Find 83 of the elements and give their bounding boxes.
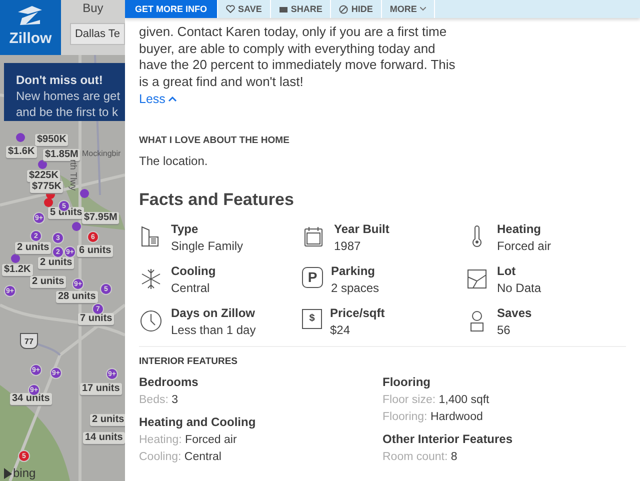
parking-icon: P — [302, 266, 323, 288]
street-label: rth Tlwy — [68, 159, 79, 191]
price-label[interactable]: 17 units — [80, 383, 122, 395]
fact-label: Type — [171, 222, 200, 236]
price-label[interactable]: $775K — [30, 181, 64, 193]
price-label[interactable]: $1.85M — [43, 149, 80, 161]
feature-detail: Flooring: Hardwood — [382, 410, 484, 423]
fact-value: 1987 — [334, 238, 362, 253]
caret-icon — [420, 7, 426, 11]
highway-shield: 77 — [20, 333, 38, 349]
share-icon — [278, 5, 288, 13]
price-label[interactable]: 14 units — [83, 432, 125, 444]
lot-map-icon — [465, 266, 489, 291]
description-text: given. Contact Karen today, only if you are a first time buyer, are able to comply with everything today and have the 20 percent to immediately move forward. This is a great find and won't last! — [139, 24, 456, 91]
fact-value: $24 — [330, 322, 352, 337]
feature-group-title: Flooring — [382, 374, 432, 389]
fact-value: 2 spaces — [331, 280, 380, 295]
banner-text: New homes are get and be the first to k — [16, 89, 120, 119]
map-marker-dot[interactable] — [72, 222, 81, 231]
price-label[interactable]: 34 units — [10, 393, 52, 405]
fact-label: Price/sqft — [330, 306, 385, 320]
map-attribution[interactable]: bing — [4, 466, 36, 480]
fact-value: Central — [171, 280, 211, 295]
price-label[interactable]: $1.2K — [2, 264, 33, 276]
banner-title: Don't miss out! — [16, 72, 104, 88]
logo-text: Zillow — [9, 30, 52, 47]
fact-value: Single Family — [171, 238, 244, 253]
price-label[interactable]: 2 units — [90, 414, 125, 426]
zillow-logo[interactable]: Zillow — [0, 0, 61, 55]
feature-detail: Floor size: 1,400 sqft — [382, 394, 490, 406]
price-label[interactable]: 2 units — [15, 242, 52, 254]
street-label: Mockingbir — [82, 149, 121, 158]
get-more-info-button[interactable]: GET MORE INFO — [125, 0, 218, 18]
feature-detail: Cooling: Central — [139, 450, 222, 463]
price-label[interactable]: 2 units — [30, 276, 66, 288]
feature-group-title: Other Interior Features — [382, 432, 514, 446]
search-field[interactable]: Dallas Te — [70, 23, 125, 45]
chevron-up-icon — [168, 96, 178, 102]
price-label[interactable]: $225K — [27, 170, 60, 182]
action-button[interactable]: HIDE — [331, 0, 382, 18]
price-label[interactable]: 6 units — [77, 245, 114, 257]
price-label[interactable]: 7 units — [78, 313, 114, 325]
price-label[interactable]: 2 units — [38, 257, 74, 269]
heart-icon — [226, 5, 235, 13]
fact-label: Cooling — [171, 264, 216, 278]
fact-label: Saves — [497, 306, 532, 320]
fact-label: Parking — [331, 264, 376, 278]
section-heading: INTERIOR FEATURES — [139, 356, 239, 367]
buy-tab[interactable]: Buy — [82, 2, 104, 15]
feature-detail: Heating: Forced air — [139, 434, 238, 446]
facts-title: Facts and Features — [139, 190, 295, 210]
feature-group-title: Heating and Cooling — [139, 414, 257, 429]
action-button[interactable]: SHARE — [270, 0, 332, 18]
section-heading: WHAT I LOVE ABOUT THE HOME — [139, 134, 290, 146]
snowflake-icon — [139, 266, 163, 291]
price-label[interactable]: $7.95M — [82, 212, 120, 224]
action-button[interactable]: MORE — [382, 0, 435, 18]
map-marker-dot[interactable] — [44, 198, 53, 207]
price-label[interactable]: $950K — [35, 134, 68, 146]
fact-value: No Data — [497, 280, 542, 295]
map-marker-dot[interactable] — [80, 189, 89, 198]
fact-label: Year Built — [334, 222, 390, 236]
fact-label: Lot — [497, 264, 517, 278]
fact-label: Heating — [497, 222, 542, 236]
hide-icon — [339, 4, 348, 14]
less-link[interactable]: Less — [139, 92, 626, 106]
feature-group-title: Bedrooms — [139, 374, 200, 389]
map-marker-dot[interactable] — [38, 160, 47, 169]
map-marker-dot[interactable] — [16, 133, 25, 142]
price-tag-icon: $ — [302, 308, 322, 329]
feature-detail: Beds: 3 — [139, 394, 180, 406]
price-label[interactable]: $1.6K — [6, 146, 37, 158]
fact-label: Days on Zillow — [171, 306, 256, 320]
feature-detail: Room count: 8 — [382, 450, 458, 463]
action-button[interactable]: SAVE — [218, 0, 271, 18]
price-label[interactable]: 28 units — [56, 291, 98, 303]
play-logo-icon — [4, 468, 12, 478]
clock-icon — [139, 308, 163, 333]
love-text: The location. — [139, 154, 209, 168]
fact-value: Forced air — [497, 238, 552, 253]
fact-value: Less than 1 day — [171, 322, 256, 337]
fact-value: 56 — [497, 322, 512, 337]
map-marker-dot[interactable] — [11, 254, 20, 263]
